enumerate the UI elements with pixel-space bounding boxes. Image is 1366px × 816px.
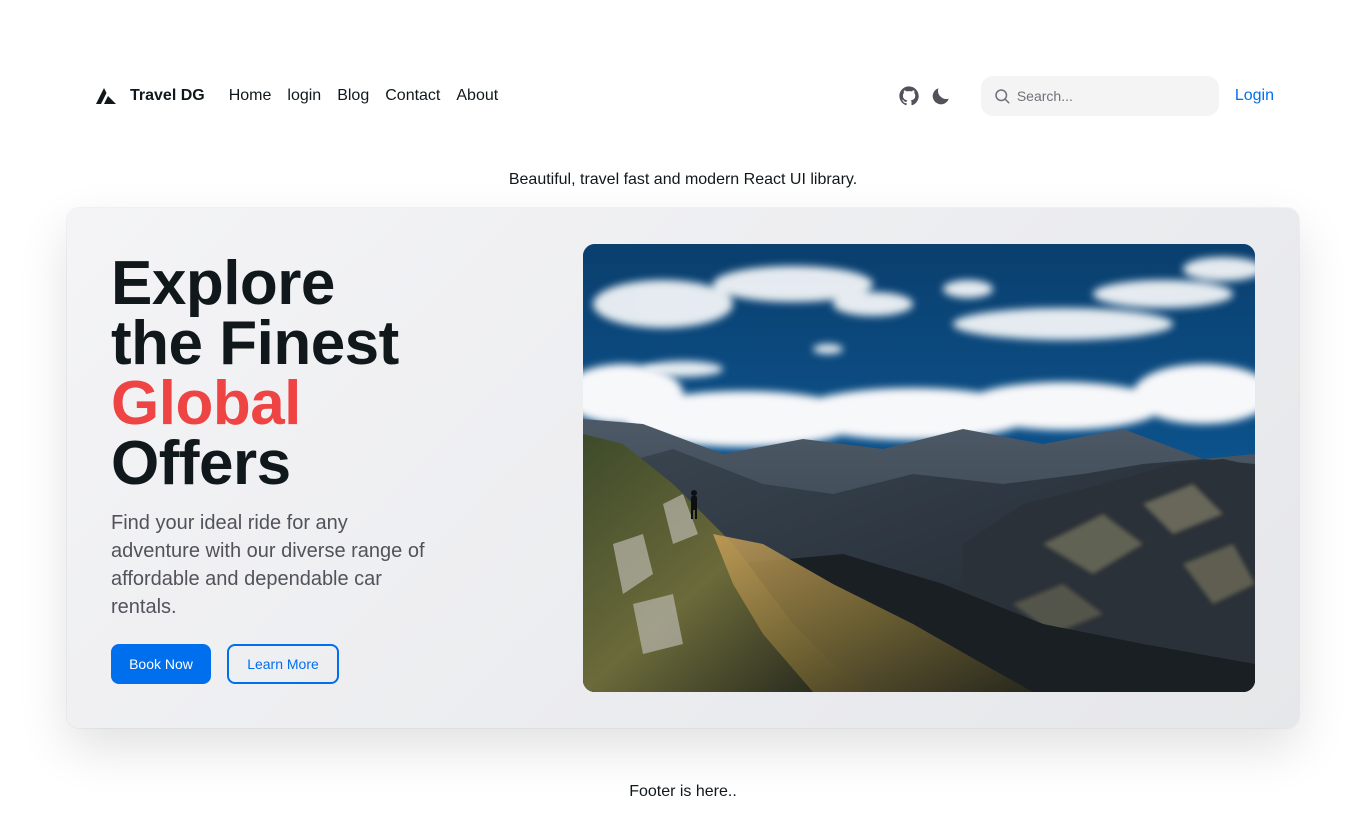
nav-actions: Login [897, 76, 1276, 116]
search-box[interactable] [980, 76, 1219, 116]
hero-title-line: the Finest [111, 309, 399, 378]
nav-links: Home login Blog Contact About [229, 87, 498, 105]
hero-card: Explore the Finest Global Offers Find yo… [67, 208, 1299, 728]
hero-title-highlight: Global [111, 369, 301, 438]
login-link[interactable]: Login [1235, 87, 1274, 105]
nav-link-login[interactable]: login [287, 87, 321, 105]
book-now-button[interactable]: Book Now [111, 644, 211, 684]
hero-image [583, 244, 1255, 692]
nav-link-blog[interactable]: Blog [337, 87, 369, 105]
acme-logo-icon [96, 88, 116, 104]
learn-more-button[interactable]: Learn More [227, 644, 339, 684]
mountain-landscape-image [583, 244, 1255, 692]
nav-link-home[interactable]: Home [229, 87, 272, 105]
hero-description: Find your ideal ride for any adventure w… [111, 512, 425, 618]
search-icon [995, 89, 1010, 104]
brand-name: Travel DG [130, 87, 205, 104]
navbar: Travel DG Home login Blog Contact About … [96, 76, 1276, 116]
moon-icon[interactable] [929, 84, 953, 108]
brand[interactable]: Travel DG [96, 87, 205, 105]
github-icon[interactable] [897, 84, 921, 108]
tagline: Beautiful, travel fast and modern React … [508, 171, 858, 188]
nav-link-contact[interactable]: Contact [385, 87, 440, 105]
search-input[interactable] [1016, 88, 1207, 104]
nav-link-about[interactable]: About [456, 87, 498, 105]
hero-title-line: Offers [111, 429, 291, 498]
hero-title-line: Explore [111, 249, 335, 318]
footer: Footer is here.. [629, 783, 737, 800]
hero-title: Explore the Finest Global Offers [111, 249, 399, 498]
